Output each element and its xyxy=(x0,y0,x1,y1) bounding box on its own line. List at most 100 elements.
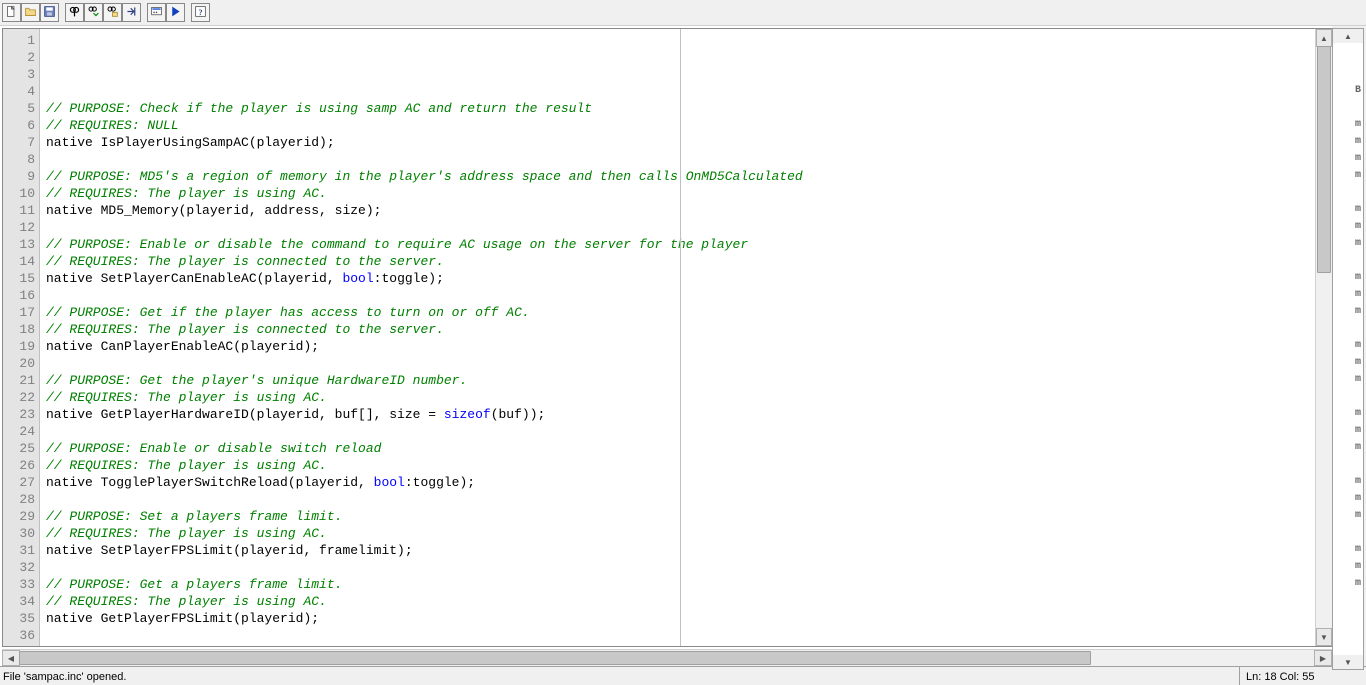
open-file-button[interactable] xyxy=(21,3,40,22)
overview-marker[interactable]: m xyxy=(1355,425,1361,436)
find-button[interactable] xyxy=(65,3,84,22)
horizontal-scroll-thumb[interactable] xyxy=(19,651,1091,665)
code-line[interactable] xyxy=(46,491,1315,508)
overview-marker[interactable]: m xyxy=(1355,153,1361,164)
run-button[interactable] xyxy=(166,3,185,22)
code-line[interactable]: native GetPlayerHardwareID(playerid, buf… xyxy=(46,406,1315,423)
overview-marker[interactable]: m xyxy=(1355,493,1361,504)
line-number: 14 xyxy=(3,253,39,270)
line-number: 29 xyxy=(3,508,39,525)
code-line[interactable]: // PURPOSE: Get a players frame limit. xyxy=(46,576,1315,593)
code-line[interactable] xyxy=(46,219,1315,236)
code-line[interactable]: native GetPlayerFPSLimit(playerid); xyxy=(46,610,1315,627)
overview-marker[interactable]: m xyxy=(1355,408,1361,419)
overview-marker[interactable]: m xyxy=(1355,289,1361,300)
overview-down-arrow-icon[interactable]: ▼ xyxy=(1333,655,1363,669)
code-line[interactable]: // REQUIRES: The player is using AC. xyxy=(46,185,1315,202)
code-area[interactable]: // PURPOSE: Check if the player is using… xyxy=(40,29,1315,646)
code-line[interactable]: native SetPlayerFPSLimit(playerid, frame… xyxy=(46,542,1315,559)
code-line[interactable] xyxy=(46,627,1315,644)
code-line[interactable] xyxy=(46,559,1315,576)
scroll-down-arrow-icon[interactable]: ▼ xyxy=(1316,628,1332,646)
code-line[interactable]: // PURPOSE: MD5's a region of memory in … xyxy=(46,168,1315,185)
status-message: File 'sampac.inc' opened. xyxy=(0,667,1240,685)
function-overview-panel[interactable]: ▲ Bmmmmmmmmmmmmmmmmmmmmmm ▼ xyxy=(1332,28,1364,670)
editor-area[interactable]: 1234567891011121314151617181920212223242… xyxy=(2,28,1332,647)
overview-marker[interactable]: m xyxy=(1355,476,1361,487)
overview-marker[interactable]: m xyxy=(1355,340,1361,351)
code-line[interactable]: native SetPlayerCanEnableAC(playerid, bo… xyxy=(46,270,1315,287)
vertical-scrollbar[interactable]: ▲ ▼ xyxy=(1315,29,1332,646)
code-line[interactable]: // REQUIRES: The player is using AC. xyxy=(46,593,1315,610)
find-next-button[interactable] xyxy=(84,3,103,22)
line-number: 19 xyxy=(3,338,39,355)
code-line[interactable]: native IsPlayerUsingSampAC(playerid); xyxy=(46,134,1315,151)
overview-marker[interactable]: m xyxy=(1355,374,1361,385)
overview-content[interactable]: Bmmmmmmmmmmmmmmmmmmmmmm xyxy=(1333,43,1363,655)
line-number: 9 xyxy=(3,168,39,185)
code-line[interactable]: // PURPOSE: Toggle crouch bug xyxy=(46,644,1315,647)
scroll-up-arrow-icon[interactable]: ▲ xyxy=(1316,29,1332,47)
code-line[interactable]: // REQUIRES: The player is using AC. xyxy=(46,525,1315,542)
compile-options-button[interactable] xyxy=(147,3,166,22)
line-number: 26 xyxy=(3,457,39,474)
overview-marker[interactable]: m xyxy=(1355,442,1361,453)
code-line[interactable] xyxy=(46,355,1315,372)
overview-marker[interactable]: m xyxy=(1355,561,1361,572)
code-line[interactable]: // REQUIRES: The player is using AC. xyxy=(46,457,1315,474)
overview-marker[interactable]: m xyxy=(1355,272,1361,283)
goto-button[interactable] xyxy=(122,3,141,22)
code-line[interactable]: native MD5_Memory(playerid, address, siz… xyxy=(46,202,1315,219)
overview-marker[interactable]: m xyxy=(1355,238,1361,249)
overview-marker[interactable]: m xyxy=(1355,578,1361,589)
horizontal-scrollbar[interactable]: ◀ ▶ xyxy=(2,649,1332,666)
overview-marker[interactable]: m xyxy=(1355,357,1361,368)
line-number: 5 xyxy=(3,100,39,117)
overview-up-arrow-icon[interactable]: ▲ xyxy=(1333,29,1363,43)
open-file-icon xyxy=(24,5,37,21)
code-line[interactable]: // REQUIRES: The player is using AC. xyxy=(46,389,1315,406)
overview-marker[interactable]: m xyxy=(1355,119,1361,130)
code-line[interactable]: // PURPOSE: Enable or disable the comman… xyxy=(46,236,1315,253)
line-number: 12 xyxy=(3,219,39,236)
scroll-right-arrow-icon[interactable]: ▶ xyxy=(1314,650,1332,666)
code-line[interactable]: // PURPOSE: Set a players frame limit. xyxy=(46,508,1315,525)
code-line[interactable] xyxy=(46,151,1315,168)
overview-marker[interactable]: m xyxy=(1355,510,1361,521)
line-number: 16 xyxy=(3,287,39,304)
vertical-scroll-thumb[interactable] xyxy=(1317,46,1331,273)
overview-marker[interactable]: m xyxy=(1355,306,1361,317)
line-number: 7 xyxy=(3,134,39,151)
code-line[interactable]: // PURPOSE: Check if the player is using… xyxy=(46,100,1315,117)
editor-panel: 1234567891011121314151617181920212223242… xyxy=(0,26,1332,666)
code-line[interactable]: // PURPOSE: Get the player's unique Hard… xyxy=(46,372,1315,389)
goto-icon xyxy=(125,5,138,21)
code-line[interactable] xyxy=(46,287,1315,304)
line-number: 3 xyxy=(3,66,39,83)
line-number: 28 xyxy=(3,491,39,508)
help-icon: ? xyxy=(194,5,207,21)
code-line[interactable] xyxy=(46,83,1315,100)
code-line[interactable]: // PURPOSE: Get if the player has access… xyxy=(46,304,1315,321)
code-line[interactable]: native TogglePlayerSwitchReload(playerid… xyxy=(46,474,1315,491)
line-number: 33 xyxy=(3,576,39,593)
overview-marker[interactable]: m xyxy=(1355,544,1361,555)
code-line[interactable]: // PURPOSE: Enable or disable switch rel… xyxy=(46,440,1315,457)
code-line[interactable]: native CanPlayerEnableAC(playerid); xyxy=(46,338,1315,355)
line-number: 13 xyxy=(3,236,39,253)
overview-marker[interactable]: m xyxy=(1355,204,1361,215)
code-line[interactable]: // REQUIRES: NULL xyxy=(46,117,1315,134)
replace-button[interactable] xyxy=(103,3,122,22)
help-button[interactable]: ? xyxy=(191,3,210,22)
overview-marker[interactable]: m xyxy=(1355,221,1361,232)
line-number: 2 xyxy=(3,49,39,66)
overview-marker[interactable]: m xyxy=(1355,170,1361,181)
scroll-left-arrow-icon[interactable]: ◀ xyxy=(2,650,20,666)
overview-marker[interactable]: m xyxy=(1355,136,1361,147)
save-button[interactable] xyxy=(40,3,59,22)
code-line[interactable]: // REQUIRES: The player is connected to … xyxy=(46,321,1315,338)
code-line[interactable] xyxy=(46,423,1315,440)
new-file-button[interactable] xyxy=(2,3,21,22)
overview-marker[interactable]: B xyxy=(1355,85,1361,96)
code-line[interactable]: // REQUIRES: The player is connected to … xyxy=(46,253,1315,270)
